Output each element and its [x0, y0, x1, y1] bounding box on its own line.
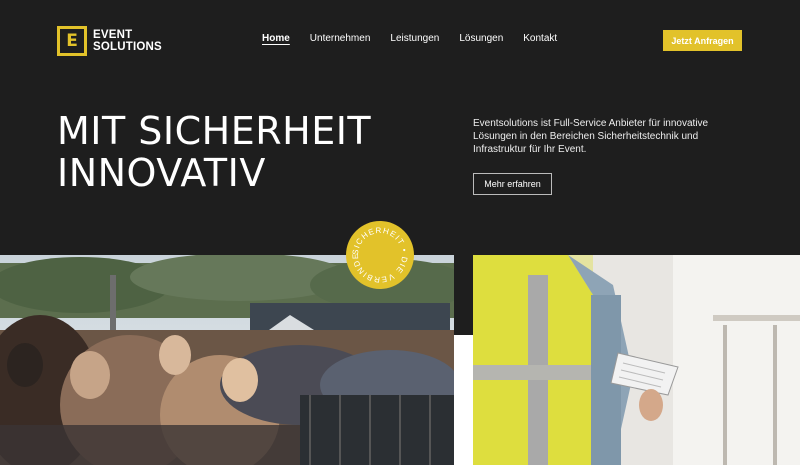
logo-wordmark: EVENT SOLUTIONS	[93, 29, 162, 53]
logo-mark: E	[57, 26, 87, 56]
nav-leistungen[interactable]: Leistungen	[390, 33, 439, 44]
nav-loesungen[interactable]: Lösungen	[459, 33, 503, 44]
brand-logo[interactable]: E EVENT SOLUTIONS	[57, 26, 162, 56]
hero-description: Eventsolutions ist Full-Service Anbieter…	[473, 118, 709, 155]
nav-kontakt[interactable]: Kontakt	[523, 33, 557, 44]
hero-title-line-2: INNOVATIV	[57, 151, 266, 195]
site-header: E EVENT SOLUTIONS Home Unternehmen Leist…	[0, 0, 800, 80]
badge-graphic: SICHERHEIT • DIE VERBINDET •	[343, 214, 414, 289]
nav-unternehmen[interactable]: Unternehmen	[310, 33, 371, 44]
main-navigation: Home Unternehmen Leistungen Lösungen Kon…	[262, 33, 577, 44]
rotating-badge: SICHERHEIT • DIE VERBINDET •	[343, 214, 414, 289]
request-button[interactable]: Jetzt Anfragen	[663, 30, 742, 51]
hero-title: MIT SICHERHEIT INNOVATIV	[57, 110, 371, 194]
learn-more-button[interactable]: Mehr erfahren	[473, 173, 552, 195]
safety-worker-photo	[473, 255, 800, 465]
safety-worker-image	[473, 255, 800, 465]
hero-title-line-1: MIT SICHERHEIT	[57, 109, 372, 153]
nav-home[interactable]: Home	[262, 33, 290, 44]
white-accent-block	[454, 335, 473, 465]
logo-line-2: SOLUTIONS	[93, 41, 162, 53]
logo-line-1: EVENT	[93, 29, 133, 41]
